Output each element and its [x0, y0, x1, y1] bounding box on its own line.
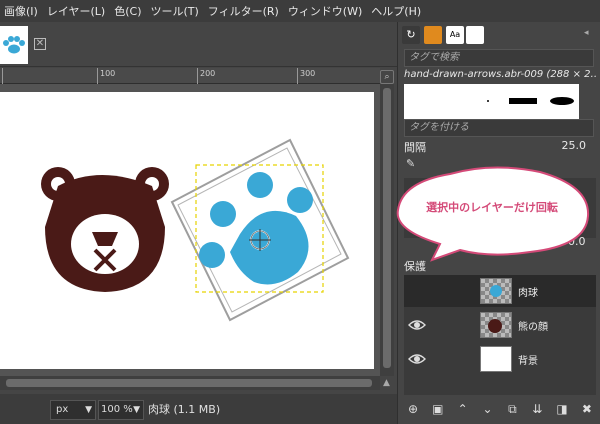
- raise-layer-icon[interactable]: ⌃: [454, 400, 472, 418]
- horizontal-scrollbar[interactable]: [0, 376, 380, 390]
- new-layer-icon[interactable]: ⊕: [404, 400, 422, 418]
- menu-tools[interactable]: ツール(T): [150, 3, 198, 19]
- layer-thumbnail: [480, 278, 512, 304]
- eye-icon[interactable]: [408, 317, 426, 333]
- callout-bubble: 選択中のレイヤーだけ回転: [390, 164, 594, 262]
- navigate-icon[interactable]: ⌕: [380, 70, 394, 84]
- gimp-window: 画像(I) レイヤー(L) 色(C) ツール(T) フィルター(R) ウィンドウ…: [0, 0, 600, 424]
- layer-row-background[interactable]: 背景: [404, 343, 596, 375]
- menu-image[interactable]: 画像(I): [4, 3, 38, 19]
- mask-layer-icon[interactable]: ◨: [553, 400, 571, 418]
- image-tab-strip: ✕: [0, 22, 397, 67]
- paw-thumbnail-icon: [3, 36, 25, 54]
- menu-color[interactable]: 色(C): [114, 3, 141, 19]
- ruler-label-200: 200: [200, 69, 216, 78]
- delete-layer-icon[interactable]: ✖: [578, 400, 596, 418]
- ruler-label-300: 300: [300, 69, 316, 78]
- fonts-icon[interactable]: Aa: [446, 26, 464, 44]
- dock-tab-bar: ↻ Aa ◂: [398, 24, 600, 46]
- brush-name: hand-drawn-arrows.abr-009 (288 × 2…: [404, 69, 596, 80]
- eye-icon[interactable]: [408, 351, 426, 367]
- layer-name[interactable]: 熊の顔: [518, 318, 548, 333]
- brush-tag-filter-input[interactable]: タグで検索: [404, 49, 594, 67]
- menu-windows[interactable]: ウィンドウ(W): [288, 3, 362, 19]
- duplicate-layer-icon[interactable]: ⧉: [503, 400, 521, 418]
- active-layer-info: 肉球 (1.1 MB): [148, 403, 221, 416]
- menu-layer[interactable]: レイヤー(L): [47, 3, 105, 19]
- ruler-label-100: 100: [100, 69, 116, 78]
- spacing-row[interactable]: 間隔 25.0: [404, 138, 594, 154]
- merge-layer-icon[interactable]: ⇊: [528, 400, 546, 418]
- image-canvas[interactable]: [0, 92, 374, 369]
- unit-select[interactable]: px ▼: [50, 400, 96, 420]
- callout-text: 選択中のレイヤーだけ回転: [426, 201, 558, 214]
- layer-thumbnail: [480, 346, 512, 372]
- layers-list: 肉球 熊の顔 背景: [404, 275, 596, 395]
- canvas-area[interactable]: [0, 84, 380, 376]
- close-tab-icon[interactable]: ✕: [34, 38, 46, 50]
- lower-layer-icon[interactable]: ⌄: [479, 400, 497, 418]
- layer-button-bar: ⊕ ▣ ⌃ ⌄ ⧉ ⇊ ◨ ✖: [404, 400, 596, 420]
- brushes-icon[interactable]: [424, 26, 442, 44]
- spacing-value[interactable]: 25.0: [562, 139, 587, 152]
- quick-mask-icon[interactable]: ▲: [383, 378, 393, 388]
- layer-name[interactable]: 肉球: [518, 284, 538, 299]
- horizontal-ruler[interactable]: 100 200 300: [0, 68, 380, 84]
- paw-icon: [199, 172, 313, 285]
- zoom-value: 100 %: [101, 404, 133, 415]
- unit-value: px: [56, 404, 69, 415]
- layer-row-bear[interactable]: 熊の顔: [404, 309, 596, 341]
- chevron-down-icon: ▼: [133, 405, 140, 415]
- brush-preview[interactable]: [404, 84, 579, 120]
- statusbar: px ▼ 100 % ▼ 肉球 (1.1 MB): [0, 394, 397, 424]
- zoom-select[interactable]: 100 % ▼: [98, 400, 144, 420]
- patterns-icon[interactable]: [466, 26, 484, 44]
- menubar: 画像(I) レイヤー(L) 色(C) ツール(T) フィルター(R) ウィンドウ…: [0, 0, 600, 22]
- menu-help[interactable]: ヘルプ(H): [371, 3, 421, 19]
- menu-filters[interactable]: フィルター(R): [208, 3, 279, 19]
- tool-options-icon[interactable]: ↻: [402, 26, 420, 44]
- new-group-icon[interactable]: ▣: [429, 400, 447, 418]
- layer-row-paw[interactable]: 肉球: [404, 275, 596, 307]
- layer-name[interactable]: 背景: [518, 352, 538, 367]
- dock-menu-icon[interactable]: ◂: [584, 28, 589, 38]
- brush-strokes-icon: [487, 97, 574, 105]
- chevron-down-icon: ▼: [85, 405, 92, 415]
- image-tab-thumbnail[interactable]: [0, 26, 28, 64]
- canvas-drawing: [41, 138, 350, 322]
- layer-thumbnail: [480, 312, 512, 338]
- bear-face-icon: [41, 167, 169, 292]
- brush-tag-input[interactable]: タグを付ける: [404, 119, 594, 137]
- spacing-label: 間隔: [404, 141, 426, 154]
